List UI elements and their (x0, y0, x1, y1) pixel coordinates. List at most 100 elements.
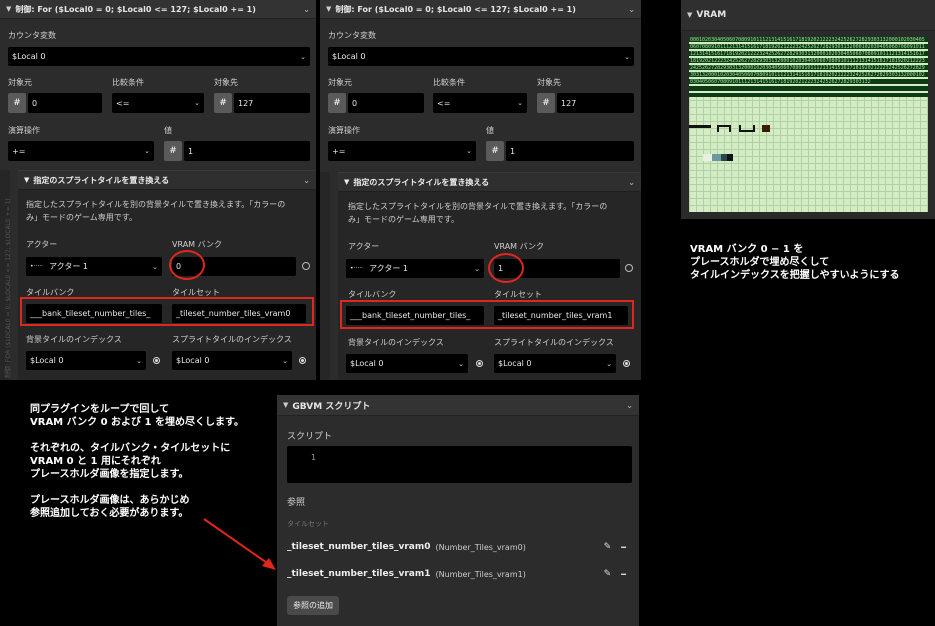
chevron-down-icon[interactable]: ⌄ (626, 401, 633, 410)
hash-toggle-button[interactable]: # (537, 93, 555, 113)
from-value: 0 (32, 98, 38, 108)
for-loop-header[interactable]: ▼ 制御: For ($Local0 = 0; $Local0 <= 127; … (0, 0, 316, 19)
collapse-triangle-icon[interactable]: ▼ (326, 5, 331, 13)
highlight-tiles-box (340, 300, 634, 329)
from-value: 0 (352, 98, 358, 108)
tileset-group-label: タイルセット (287, 520, 329, 528)
variable-toggle-icon[interactable] (302, 262, 310, 270)
note-right-line: プレースホルダで埋め尽くして (690, 257, 830, 268)
actor-sprite-icon: •····· (350, 265, 364, 272)
remove-minus-icon[interactable]: ━ (621, 570, 626, 579)
replace-sprite-tile-panel-2: ▼ 指定のスプライトタイルを置き換える ⌄ 指定したスプライトタイルを別の背景タ… (338, 172, 641, 380)
replace-sprite-tile-header[interactable]: ▼ 指定のスプライトタイルを置き換える ⌄ (338, 173, 641, 192)
bg-tile-index-select[interactable]: $Local 0 ⌄ (26, 351, 146, 370)
hash-toggle-button[interactable]: # (486, 141, 504, 161)
chevron-down-icon[interactable]: ⌄ (303, 176, 310, 185)
hash-toggle-button[interactable]: # (8, 93, 26, 113)
edit-pencil-icon[interactable]: ✎ (604, 569, 612, 579)
dropdown-icon: ⌄ (194, 99, 200, 107)
bg-tile-index-select[interactable]: $Local 0 ⌄ (346, 354, 468, 373)
bg-tile-index-value: $Local 0 (350, 359, 384, 368)
compare-value: <= (437, 98, 451, 108)
dropdown-icon: ⌄ (282, 356, 288, 365)
value-input[interactable]: 1 (506, 141, 634, 161)
operation-value: += (332, 146, 346, 156)
vram-header[interactable]: ▼ VRAM (681, 0, 935, 31)
variable-radio-icon[interactable] (299, 357, 306, 364)
actor-select[interactable]: •····· アクター 1 ⌄ (346, 259, 484, 278)
script-label: スクリプト (287, 432, 333, 442)
collapse-triangle-icon[interactable]: ▼ (344, 178, 349, 186)
variable-radio-icon[interactable] (476, 360, 483, 367)
operation-select[interactable]: += ⌄ (328, 141, 476, 161)
for-loop-title: 制御: For ($Local0 = 0; $Local0 <= 127; $L… (15, 4, 256, 14)
value-value: 1 (510, 146, 516, 156)
vram-bank-label: VRAM バンク (494, 242, 545, 251)
note-left-line: 同プラグインをループで回して (30, 404, 170, 415)
actor-value: アクター 1 (49, 262, 88, 271)
value-input[interactable]: 1 (184, 141, 310, 161)
hash-toggle-button[interactable]: # (164, 141, 182, 161)
collapse-triangle-icon[interactable]: ▼ (6, 5, 11, 13)
value-label: 値 (164, 126, 172, 135)
reference-name: _tileset_number_tiles_vram0 (287, 542, 431, 552)
tilebank-label: タイルバンク (348, 290, 397, 299)
sprite-tile-index-select[interactable]: $Local 0 ⌄ (172, 351, 292, 370)
dropdown-icon: ⌄ (458, 359, 464, 368)
chevron-down-icon[interactable]: ⌄ (628, 5, 635, 14)
sprite-tile-index-select[interactable]: $Local 0 ⌄ (494, 354, 616, 373)
bg-tile-index-label: 背景タイルのインデックス (26, 335, 122, 344)
chevron-down-icon[interactable]: ⌄ (303, 5, 310, 14)
collapse-triangle-icon[interactable]: ▼ (283, 401, 288, 409)
loop-gutter (320, 172, 330, 380)
gbvm-title: GBVM スクリプト (292, 401, 371, 412)
collapse-triangle-icon[interactable]: ▼ (687, 11, 692, 19)
variable-toggle-icon[interactable] (625, 264, 633, 272)
note-right-line: タイルインデックスを把握しやすいようにする (690, 270, 900, 281)
dropdown-icon: ⌄ (624, 52, 630, 61)
dropdown-icon: ⌄ (136, 356, 142, 365)
references-label: 参照 (287, 498, 306, 508)
for-loop-header[interactable]: ▼ 制御: For ($Local0 = 0; $Local0 <= 127; … (320, 0, 641, 19)
counter-value: $Local 0 (12, 52, 46, 61)
compare-label: 比較条件 (112, 78, 144, 87)
collapse-triangle-icon[interactable]: ▼ (24, 176, 29, 184)
operation-label: 演算操作 (8, 126, 40, 135)
dropdown-icon: ⌄ (517, 99, 523, 107)
add-reference-button[interactable]: 参照の追加 (287, 596, 339, 615)
to-input[interactable]: 127 (557, 93, 634, 113)
vram-title: VRAM (696, 10, 727, 20)
actor-select[interactable]: •····· アクター 1 ⌄ (26, 257, 162, 276)
edit-pencil-icon[interactable]: ✎ (604, 542, 612, 552)
reference-name: _tileset_number_tiles_vram1 (287, 569, 431, 579)
from-input[interactable]: 0 (348, 93, 424, 113)
to-input[interactable]: 127 (234, 93, 310, 113)
counter-select[interactable]: $Local 0 ⌄ (8, 47, 310, 66)
counter-label: カウンタ変数 (8, 31, 56, 40)
bg-tile-index-value: $Local 0 (30, 356, 64, 365)
chevron-down-icon[interactable]: ⌄ (628, 178, 635, 187)
counter-select[interactable]: $Local 0 ⌄ (328, 47, 634, 66)
dropdown-icon: ⌄ (152, 262, 158, 271)
note-left-line: プレースホルダ画像を指定します。 (30, 469, 189, 480)
compare-label: 比較条件 (433, 78, 465, 87)
target-from-label: 対象元 (328, 78, 352, 87)
vram-number-tiles-text: 0001020304050607080910111213141516171819… (690, 37, 925, 85)
gbvm-header[interactable]: ▼ GBVM スクリプト ⌄ (277, 395, 639, 416)
vram-sprite-tiles (717, 125, 731, 132)
replace-sprite-tile-header[interactable]: ▼ 指定のスプライトタイルを置き換える ⌄ (18, 171, 316, 190)
compare-select[interactable]: <= ⌄ (433, 93, 527, 113)
replace-sprite-tile-panel-1: ▼ 指定のスプライトタイルを置き換える ⌄ 指定したスプライトタイルを別の背景タ… (18, 170, 316, 380)
variable-radio-icon[interactable] (153, 357, 160, 364)
hash-toggle-button[interactable]: # (214, 93, 232, 113)
compare-select[interactable]: <= ⌄ (112, 93, 204, 113)
note-left: 同プラグインをループで回して VRAM バンク 0 および 1 を埋め尽くします… (30, 403, 244, 520)
from-input[interactable]: 0 (28, 93, 102, 113)
remove-minus-icon[interactable]: ━ (621, 543, 626, 552)
variable-radio-icon[interactable] (623, 360, 630, 367)
actor-label: アクター (26, 240, 58, 249)
script-editor[interactable]: 1 (287, 446, 632, 483)
operation-select[interactable]: += ⌄ (8, 141, 154, 161)
hash-toggle-button[interactable]: # (328, 93, 346, 113)
description-line-1: 指定したスプライトタイルを別の背景タイルで置き換えます。「カラーの (26, 200, 286, 209)
